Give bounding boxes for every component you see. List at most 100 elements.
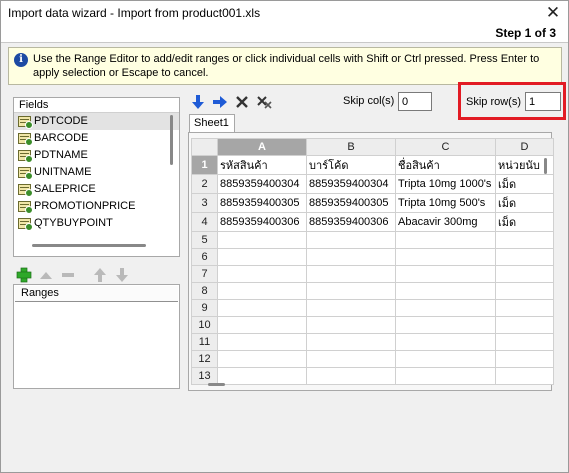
field-item[interactable]: PDTCODE — [14, 113, 179, 130]
fields-list[interactable]: Fields PDTCODE BARCODE PDTNAME UNITNAME SALE… — [13, 97, 180, 257]
column-header[interactable]: A — [217, 138, 307, 156]
field-label: PDTNAME — [34, 149, 88, 161]
column-header[interactable]: D — [495, 138, 554, 156]
grid-cell[interactable]: Tripta 10mg 500's — [395, 193, 496, 213]
grid-cell[interactable] — [395, 299, 496, 317]
row-header[interactable]: 1 — [191, 155, 218, 175]
grid-cell[interactable] — [495, 316, 554, 334]
grid-cell[interactable] — [306, 350, 396, 368]
grid-cell[interactable]: 8859359400305 — [217, 193, 307, 213]
row-header[interactable]: 11 — [191, 333, 218, 351]
grid-cell[interactable] — [495, 231, 554, 249]
grid-cell[interactable]: 8859359400306 — [306, 212, 396, 232]
grid-cell[interactable] — [395, 333, 496, 351]
grid-cell[interactable] — [306, 333, 396, 351]
grid-corner[interactable] — [191, 138, 218, 156]
grid-cell[interactable]: 8859359400305 — [306, 193, 396, 213]
grid-cell[interactable] — [495, 282, 554, 300]
field-item[interactable]: UNITNAME — [14, 164, 179, 181]
field-item[interactable]: QTYBUYPOINT — [14, 215, 179, 232]
row-header[interactable]: 5 — [191, 231, 218, 249]
grid-cell[interactable]: เม็ด — [495, 174, 554, 194]
grid-cell[interactable] — [217, 299, 307, 317]
delete-button[interactable] — [233, 93, 251, 111]
grid-cell[interactable] — [306, 231, 396, 249]
grid-cell[interactable]: 8859359400304 — [306, 174, 396, 194]
close-button[interactable]: ✕ — [542, 3, 564, 23]
grid-cell[interactable] — [217, 231, 307, 249]
field-item[interactable]: PROMOTIONPRICE — [14, 198, 179, 215]
grid-cell[interactable] — [306, 282, 396, 300]
row-header[interactable]: 3 — [191, 193, 218, 213]
grid-cell[interactable] — [495, 367, 554, 385]
grid-cell[interactable] — [306, 316, 396, 334]
remove-range-button[interactable] — [59, 266, 77, 284]
row-header[interactable]: 2 — [191, 174, 218, 194]
skip-row-input[interactable] — [525, 92, 561, 111]
tab-sheet1[interactable]: Sheet1 — [189, 114, 235, 133]
range-down-button[interactable] — [113, 266, 131, 284]
grid-cell[interactable] — [217, 265, 307, 283]
field-item[interactable]: SALEPRICE — [14, 181, 179, 198]
grid-cell[interactable]: รหัสสินค้า — [217, 155, 307, 175]
grid-cell[interactable]: 8859359400304 — [217, 174, 307, 194]
grid-cell[interactable] — [495, 265, 554, 283]
arrow-right-icon — [213, 96, 227, 108]
close-icon: ✕ — [545, 3, 561, 22]
grid-cell[interactable] — [395, 350, 496, 368]
clear-button[interactable] — [255, 93, 273, 111]
grid-cell[interactable] — [306, 299, 396, 317]
row-header[interactable]: 6 — [191, 248, 218, 266]
row-header[interactable]: 9 — [191, 299, 218, 317]
row-header[interactable]: 4 — [191, 212, 218, 232]
range-up-button[interactable] — [91, 266, 109, 284]
grid-cell[interactable] — [395, 282, 496, 300]
grid-cell[interactable] — [395, 316, 496, 334]
grid-cell[interactable] — [495, 299, 554, 317]
row-header[interactable]: 10 — [191, 316, 218, 334]
grid-vertical-scrollbar[interactable] — [544, 158, 547, 174]
row-header[interactable]: 12 — [191, 350, 218, 368]
column-header[interactable]: B — [306, 138, 396, 156]
grid-cell[interactable] — [306, 367, 396, 385]
grid-cell[interactable] — [395, 367, 496, 385]
fields-vertical-scrollbar[interactable] — [170, 115, 173, 165]
grid-cell[interactable] — [217, 367, 307, 385]
field-item[interactable]: PDTNAME — [14, 147, 179, 164]
grid-cell[interactable]: Abacavir 300mg — [395, 212, 496, 232]
move-range-up-button[interactable] — [37, 266, 55, 284]
add-range-button[interactable] — [15, 266, 33, 284]
grid-cell[interactable] — [395, 265, 496, 283]
grid-cell[interactable] — [217, 248, 307, 266]
grid-cell[interactable] — [217, 333, 307, 351]
grid-cell[interactable]: ชื่อสินค้า — [395, 155, 496, 175]
grid-cell[interactable] — [495, 248, 554, 266]
move-right-button[interactable] — [211, 93, 229, 111]
fields-horizontal-scrollbar[interactable] — [32, 244, 146, 247]
grid-cell[interactable] — [495, 350, 554, 368]
grid-cell[interactable] — [495, 333, 554, 351]
grid-cell[interactable]: Tripta 10mg 1000's — [395, 174, 496, 194]
grid-cell[interactable]: เม็ด — [495, 212, 554, 232]
skip-col-input[interactable] — [398, 92, 432, 111]
grid-cell[interactable] — [395, 248, 496, 266]
spreadsheet-grid[interactable]: ABCD 1 รหัสสินค้า บาร์โค้ด ชื่อสินค้า หน่วยน… — [191, 138, 554, 385]
grid-cell[interactable]: 8859359400306 — [217, 212, 307, 232]
row-header[interactable]: 8 — [191, 282, 218, 300]
grid-cell[interactable] — [306, 265, 396, 283]
column-header[interactable]: C — [395, 138, 496, 156]
field-item[interactable]: BARCODE — [14, 130, 179, 147]
ranges-list[interactable]: Ranges — [13, 284, 180, 389]
grid-horizontal-scrollbar[interactable] — [208, 383, 225, 386]
grid-cell[interactable]: เม็ด — [495, 193, 554, 213]
grid-cell[interactable]: บาร์โค้ด — [306, 155, 396, 175]
row-header[interactable]: 13 — [191, 367, 218, 385]
info-icon: i — [14, 53, 28, 67]
row-header[interactable]: 7 — [191, 265, 218, 283]
move-down-button[interactable] — [189, 93, 207, 111]
grid-cell[interactable] — [217, 282, 307, 300]
grid-cell[interactable] — [395, 231, 496, 249]
grid-cell[interactable] — [217, 316, 307, 334]
grid-cell[interactable] — [217, 350, 307, 368]
grid-cell[interactable] — [306, 248, 396, 266]
